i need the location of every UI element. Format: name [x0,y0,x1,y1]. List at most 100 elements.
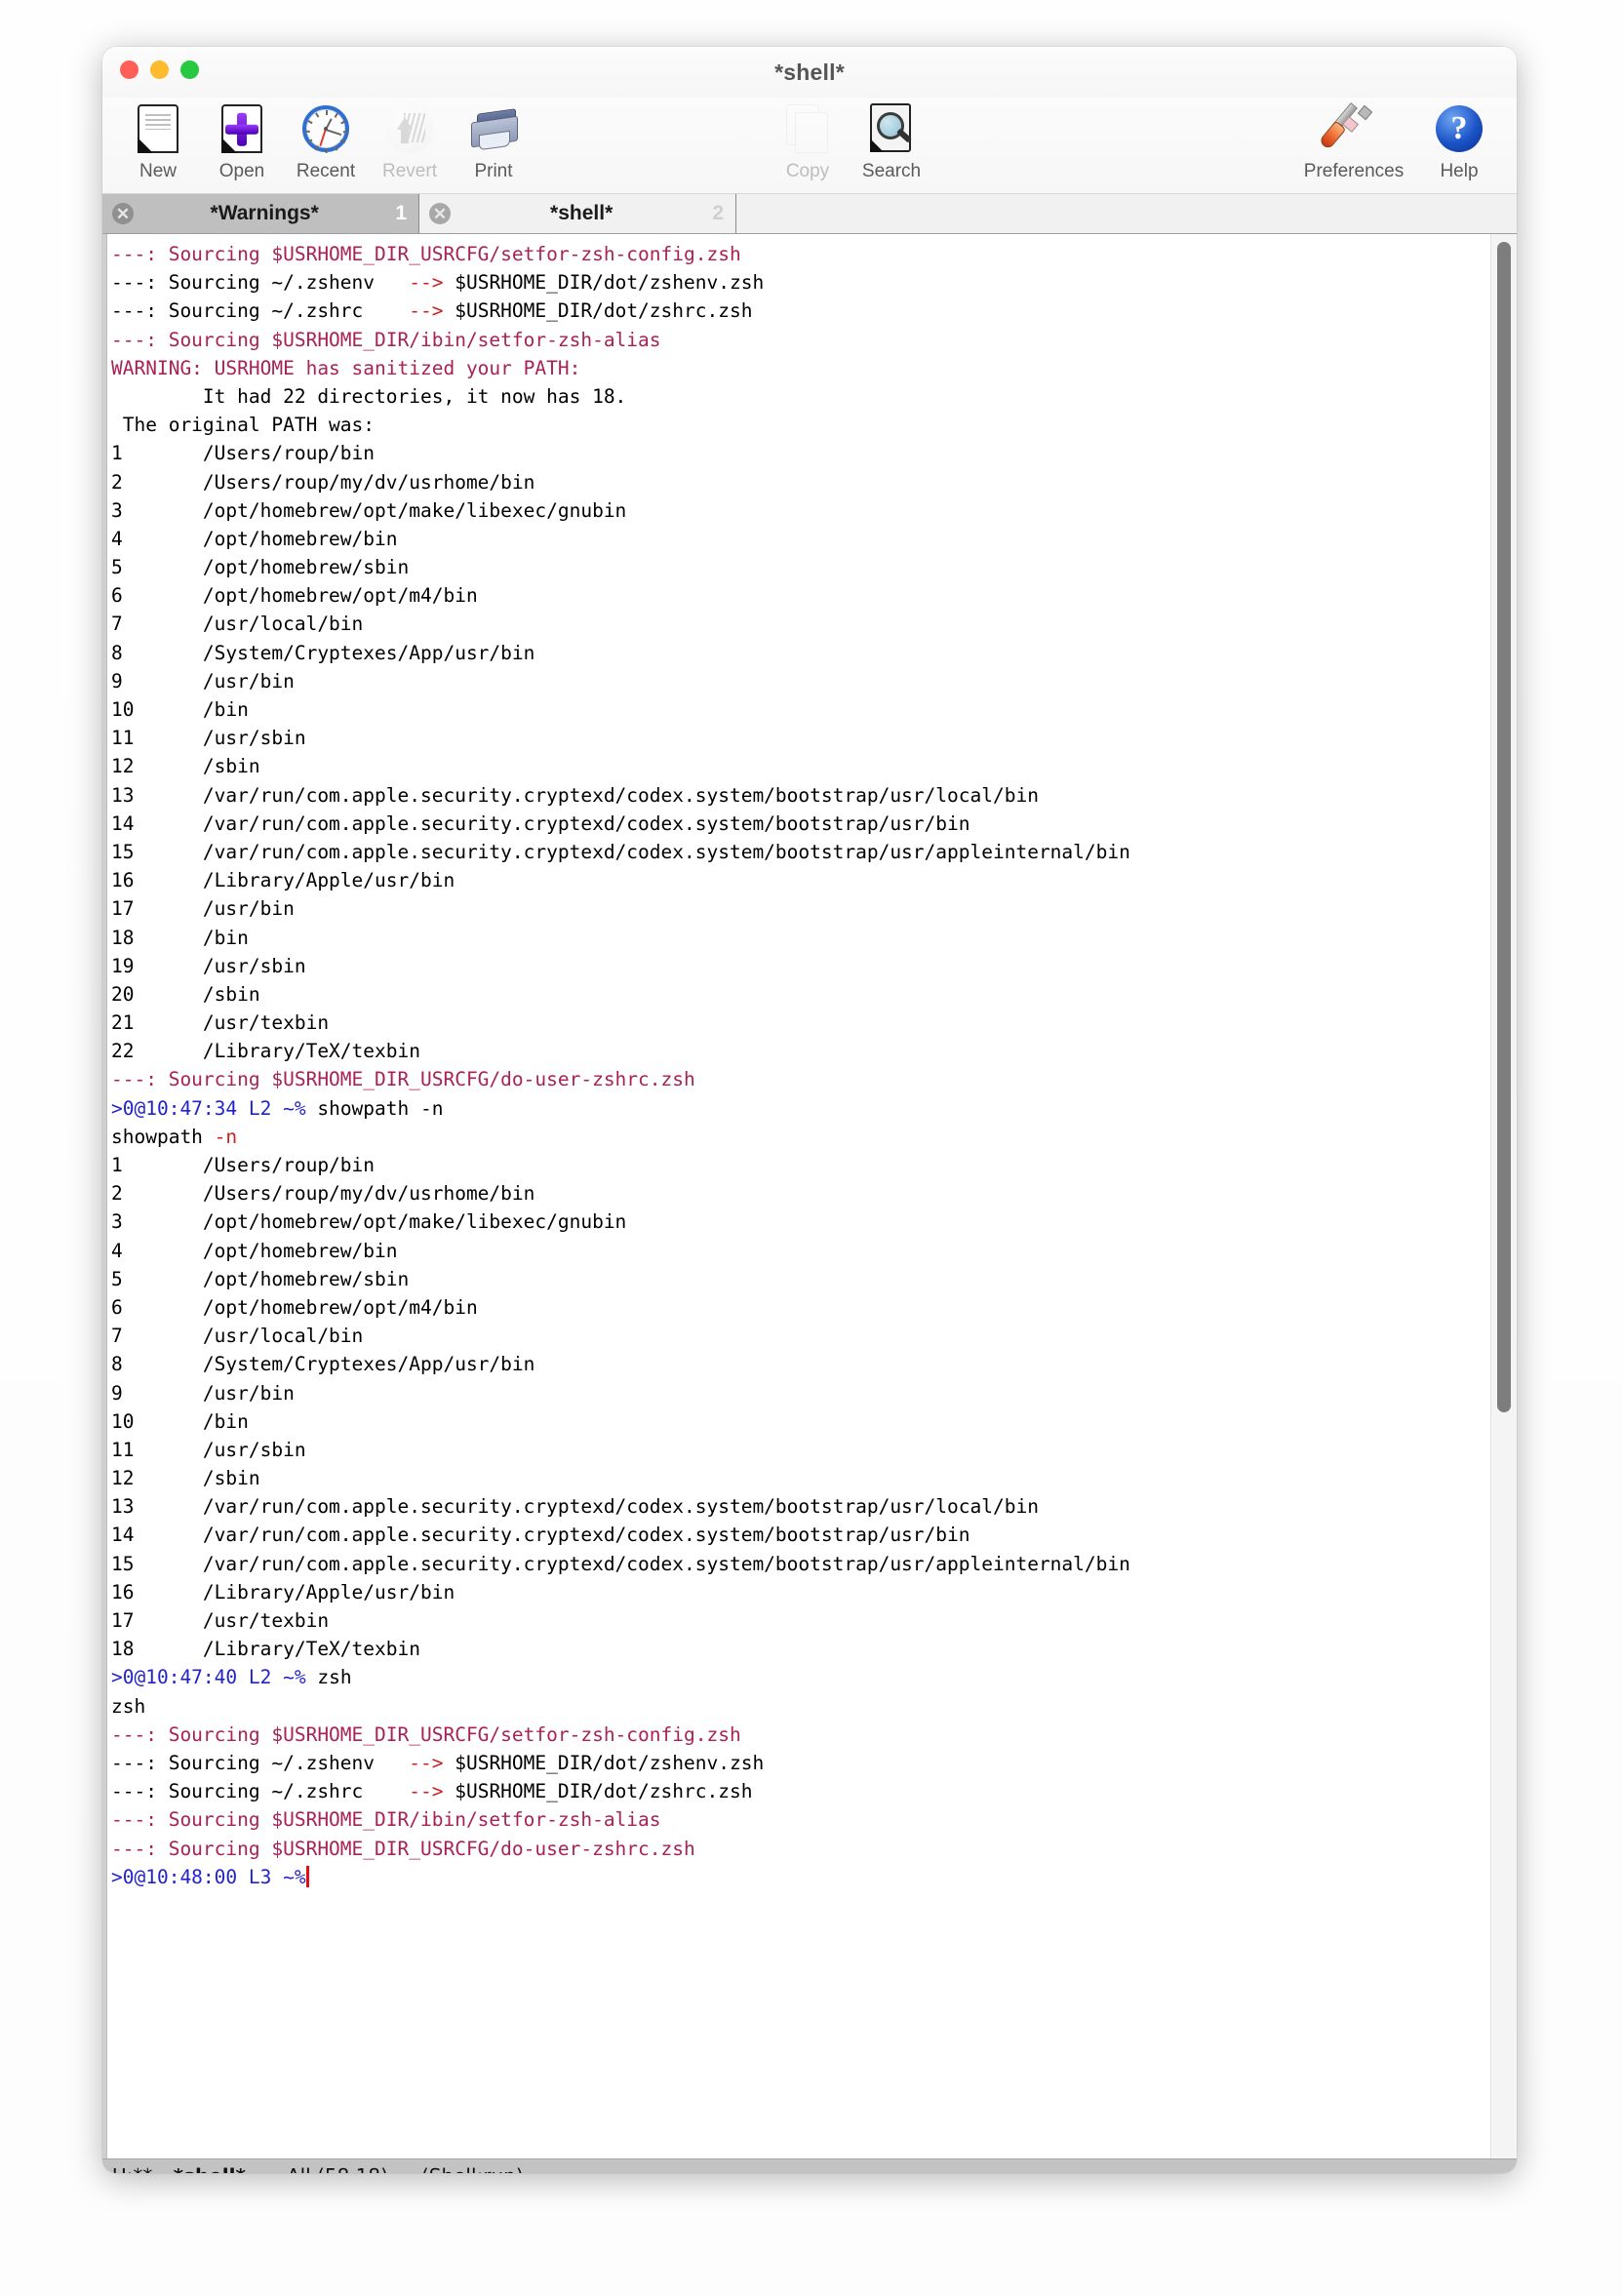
terminal-text: 17 /usr/bin [111,897,295,921]
terminal-line: showpath -n [111,1123,1490,1151]
window-titlebar: *shell* [102,47,1517,98]
terminal-line: 15 /var/run/com.apple.security.cryptexd/… [111,1550,1490,1578]
close-tab-icon[interactable]: ✕ [429,203,451,224]
terminal-line: >0@10:47:40 L2 ~% zsh [111,1663,1490,1691]
terminal-line: 14 /var/run/com.apple.security.cryptexd/… [111,810,1490,838]
terminal-text: WARNING: USRHOME has sanitized your PATH… [111,356,581,379]
terminal-line: 13 /var/run/com.apple.security.cryptexd/… [111,1492,1490,1521]
tab-warnings[interactable]: ✕ *Warnings* 1 [102,194,419,233]
open-document-icon [215,101,269,156]
toolbar-button-search[interactable]: Search [850,101,933,182]
terminal-text: 11 /usr/sbin [111,727,306,750]
terminal-line: 11 /usr/sbin [111,1436,1490,1464]
terminal-text: --> [409,271,455,295]
terminal-text: 6 /opt/homebrew/opt/m4/bin [111,584,478,608]
terminal-line: 15 /var/run/com.apple.security.cryptexd/… [111,838,1490,866]
terminal-line: 16 /Library/Apple/usr/bin [111,1578,1490,1606]
scrollbar-thumb[interactable] [1497,242,1511,1412]
terminal-text: 19 /usr/sbin [111,954,306,977]
terminal-line: 10 /bin [111,695,1490,724]
toolbar-button-help[interactable]: ? Help [1417,101,1501,182]
toolbar-label-open: Open [218,161,265,181]
terminal-text: ---: Sourcing $USRHOME_DIR_USRCFG/setfor… [111,1722,741,1746]
terminal-line: 2 /Users/roup/my/dv/usrhome/bin [111,1179,1490,1207]
terminal-text: >0@10:47:34 L2 ~% [111,1096,306,1120]
terminal-line: >0@10:47:34 L2 ~% showpath -n [111,1094,1490,1123]
terminal-line: 3 /opt/homebrew/opt/make/libexec/gnubin [111,1207,1490,1236]
close-tab-icon[interactable]: ✕ [112,203,134,224]
terminal-line: It had 22 directories, it now has 18. [111,382,1490,411]
toolbar-button-preferences[interactable]: Preferences [1290,101,1417,182]
terminal-text: ---: Sourcing ~/.zshenv [111,1751,410,1774]
tab-label-warnings: *Warnings* [210,202,319,224]
printer-icon [466,101,521,156]
terminal-line: 18 /Library/TeX/texbin [111,1635,1490,1663]
terminal-line: 8 /System/Cryptexes/App/usr/bin [111,1350,1490,1378]
terminal-text: ---: Sourcing $USRHOME_DIR/ibin/setfor-z… [111,328,661,351]
shell-output[interactable]: ---: Sourcing $USRHOME_DIR_USRCFG/setfor… [107,234,1490,2158]
terminal-line: 19 /usr/sbin [111,952,1490,980]
terminal-text: ---: Sourcing $USRHOME_DIR/ibin/setfor-z… [111,1808,661,1832]
terminal-line: zsh [111,1692,1490,1721]
terminal-text: 4 /opt/homebrew/bin [111,1239,398,1262]
terminal-text: 10 /bin [111,698,249,721]
terminal-text: 15 /var/run/com.apple.security.cryptexd/… [111,1552,1130,1575]
terminal-line: 1 /Users/roup/bin [111,439,1490,467]
terminal-line: 21 /usr/texbin [111,1009,1490,1037]
terminal-line: 3 /opt/homebrew/opt/make/libexec/gnubin [111,496,1490,525]
mode-line-buffer-name: *shell* [174,2164,246,2173]
toolbar-right-group: Preferences ? Help [1290,101,1501,182]
terminal-text: --> [409,1780,455,1803]
terminal-line: ---: Sourcing ~/.zshrc --> $USRHOME_DIR/… [111,1777,1490,1805]
text-cursor [305,1865,309,1887]
terminal-text: 3 /opt/homebrew/opt/make/libexec/gnubin [111,498,627,522]
terminal-text: $USRHOME_DIR/dot/zshenv.zsh [455,1751,765,1774]
terminal-text: 4 /opt/homebrew/bin [111,527,398,550]
terminal-line: 11 /usr/sbin [111,724,1490,752]
toolbar-label-preferences: Preferences [1303,161,1405,181]
window-title: *shell* [774,59,845,85]
terminal-text: 7 /usr/local/bin [111,613,364,636]
toolbar-label-copy: Copy [785,161,830,181]
terminal-line: 14 /var/run/com.apple.security.cryptexd/… [111,1521,1490,1549]
terminal-line: 17 /usr/texbin [111,1606,1490,1635]
toolbar-button-open[interactable]: Open [200,101,284,182]
toolbar-label-search: Search [861,161,922,181]
terminal-line: 5 /opt/homebrew/sbin [111,1265,1490,1293]
terminal-text: 9 /usr/bin [111,1381,295,1405]
toolbar-button-new[interactable]: New [116,101,200,182]
terminal-line: ---: Sourcing $USRHOME_DIR_USRCFG/setfor… [111,1721,1490,1749]
terminal-line: 7 /usr/local/bin [111,1322,1490,1350]
vertical-scrollbar[interactable] [1490,234,1517,2158]
terminal-text: ---: Sourcing ~/.zshenv [111,271,410,295]
terminal-text: 21 /usr/texbin [111,1011,330,1035]
terminal-text: 18 /bin [111,926,249,949]
new-document-icon [131,101,185,156]
toolbar-label-revert: Revert [382,161,437,181]
terminal-line: 17 /usr/bin [111,894,1490,923]
terminal-line: >0@10:48:00 L3 ~% [111,1863,1490,1891]
search-icon [864,101,919,156]
toolbar-label-recent: Recent [296,161,356,181]
terminal-line: 6 /opt/homebrew/opt/m4/bin [111,1293,1490,1322]
toolbar-button-recent[interactable]: Recent [284,101,368,182]
terminal-text: ---: Sourcing ~/.zshrc [111,299,410,323]
terminal-text: zsh [305,1666,352,1689]
terminal-text: 11 /usr/sbin [111,1438,306,1461]
terminal-line: 12 /sbin [111,752,1490,780]
toolbar-mid-group: Copy Search [766,101,933,182]
terminal-text: 6 /opt/homebrew/opt/m4/bin [111,1295,478,1319]
tab-shell[interactable]: ✕ *shell* 2 [419,194,736,233]
terminal-text: The original PATH was: [111,414,376,437]
mode-line-prefix: U:**- [112,2164,160,2173]
toolbar-button-print[interactable]: Print [452,101,535,182]
terminal-text: 16 /Library/Apple/usr/bin [111,1580,455,1603]
terminal-text: ---: Sourcing $USRHOME_DIR_USRCFG/do-use… [111,1068,695,1091]
help-icon: ? [1432,101,1486,156]
terminal-line: 22 /Library/TeX/texbin [111,1037,1490,1065]
terminal-text: 12 /sbin [111,1467,260,1490]
toolbar-label-new: New [139,161,177,181]
terminal-text: 12 /sbin [111,755,260,778]
terminal-text: 20 /sbin [111,982,260,1006]
terminal-text: $USRHOME_DIR/dot/zshenv.zsh [455,271,765,295]
